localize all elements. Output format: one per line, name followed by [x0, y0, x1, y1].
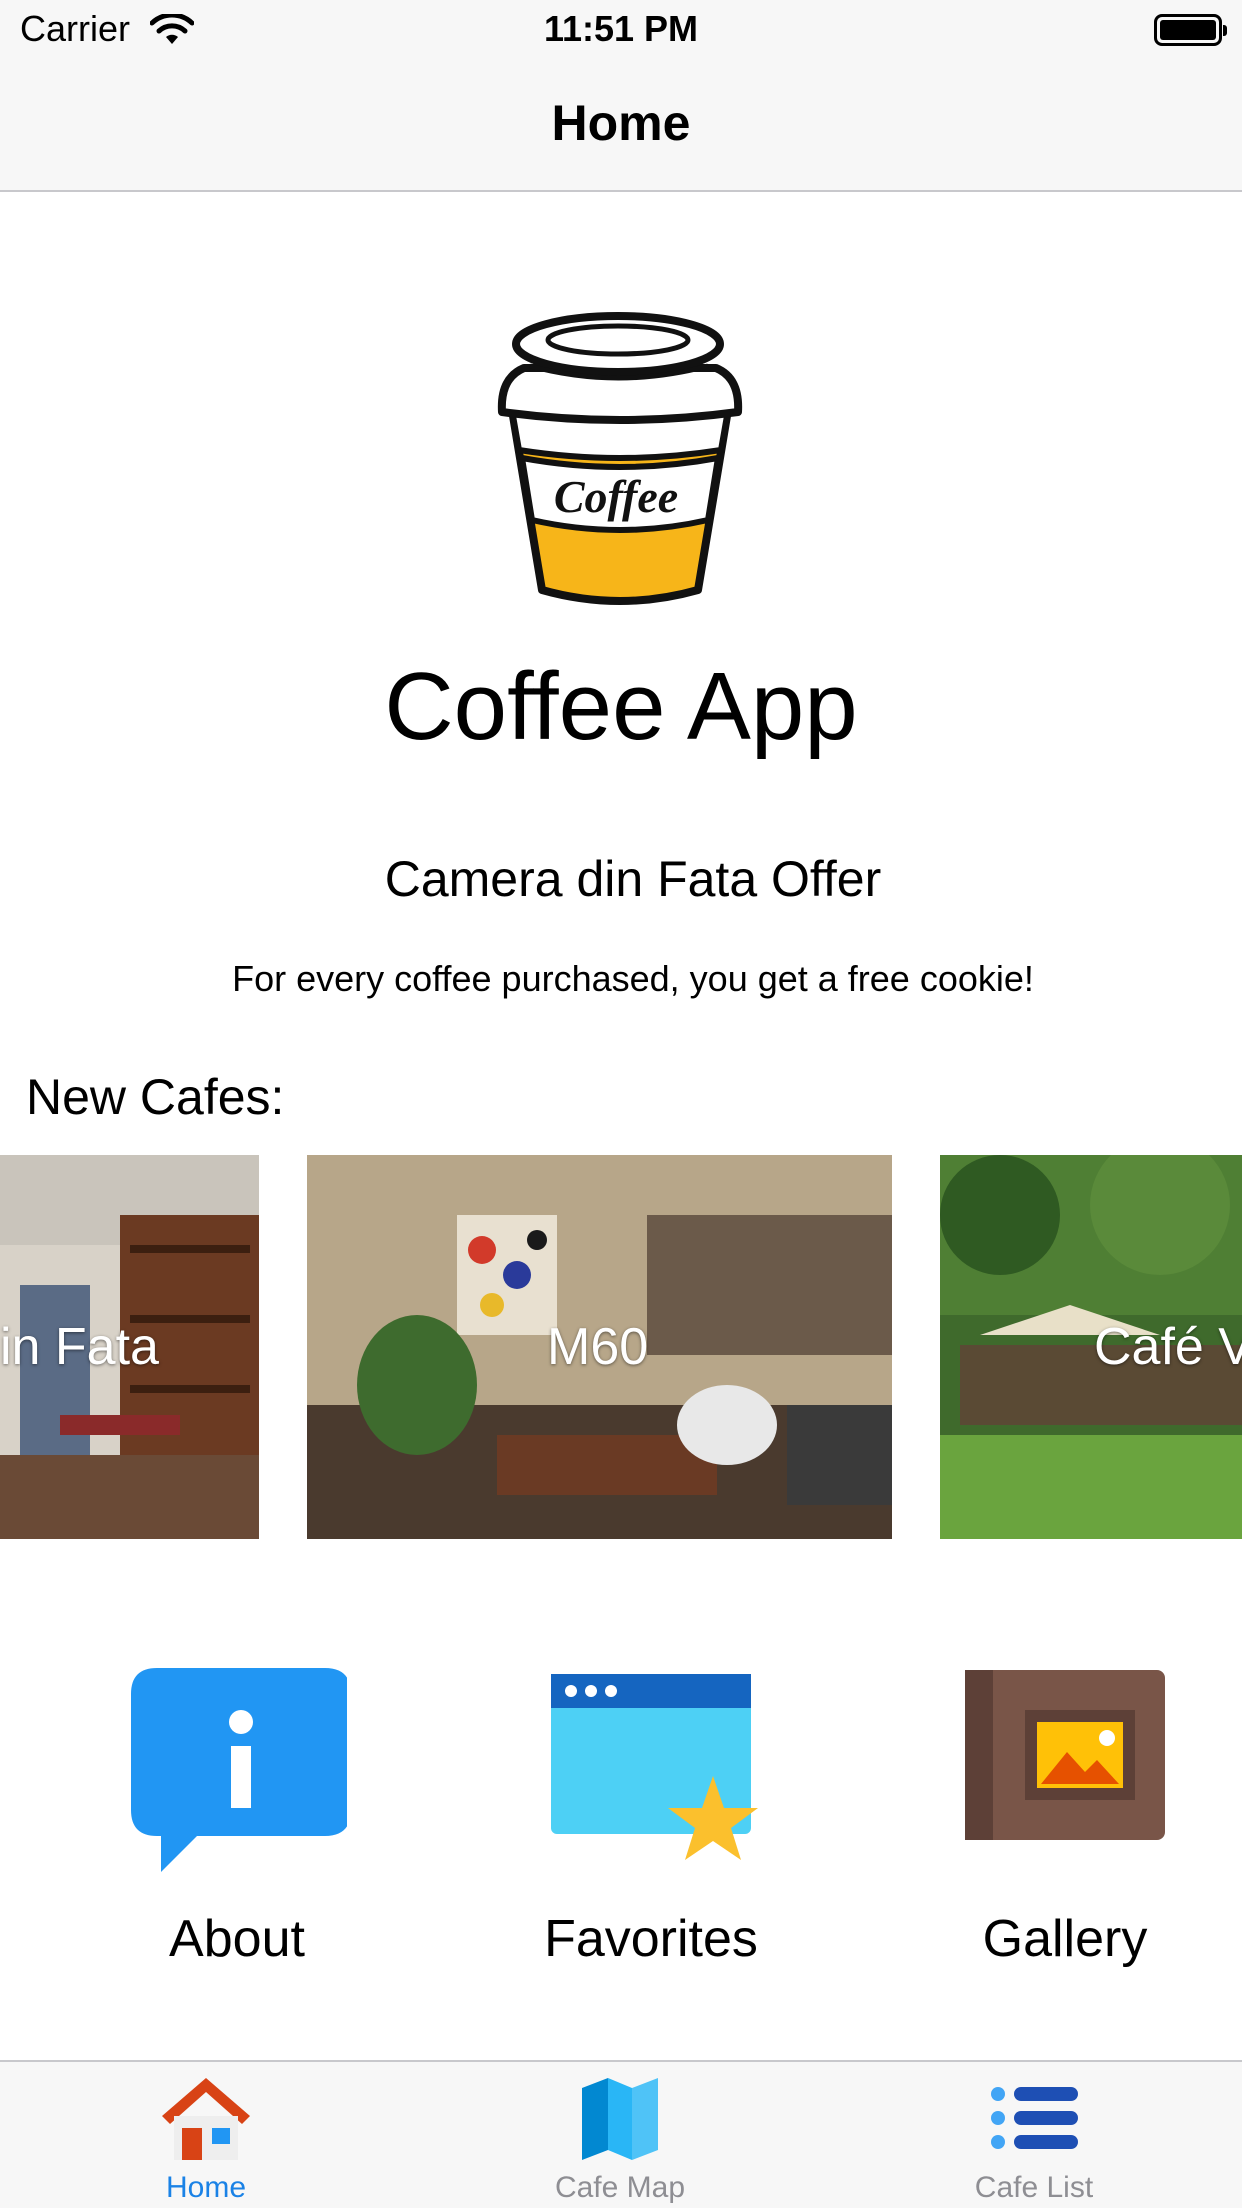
tab-cafe-map[interactable]: Cafe Map	[510, 2072, 730, 2205]
cafe-card[interactable]: M60	[307, 1155, 892, 1539]
about-label: About	[169, 1910, 305, 1968]
clock: 11:51 PM	[543, 8, 699, 49]
about-button[interactable]: About	[107, 1660, 367, 1969]
tab-cafe-list[interactable]: Cafe List	[924, 2072, 1144, 2205]
house-icon	[162, 2078, 250, 2160]
tab-bar: Home Cafe Map Cafe List	[0, 2060, 1242, 2208]
gallery-button[interactable]: Gallery	[935, 1660, 1195, 1969]
tab-cafe-map-label: Cafe Map	[554, 2171, 686, 2204]
photo-album-icon	[965, 1670, 1165, 1840]
window-star-icon	[551, 1674, 758, 1860]
cafe-card[interactable]: in Fata	[0, 1155, 259, 1539]
favorites-button[interactable]: Favorites	[521, 1660, 781, 1969]
new-cafes-heading: New Cafes:	[26, 1069, 285, 1125]
cafe-card-label: in Fata	[0, 1318, 159, 1376]
navigation-bar: Home	[0, 62, 1242, 192]
tab-home[interactable]: Home	[96, 2072, 316, 2205]
favorites-label: Favorites	[544, 1910, 758, 1968]
offer-title: Camera din Fata Offer	[384, 851, 882, 907]
cafe-card-label: Café V	[1094, 1318, 1242, 1376]
tab-home-label: Home	[165, 2171, 247, 2204]
coffee-cup-logo: Coffee	[497, 312, 743, 605]
battery-icon	[1154, 14, 1227, 46]
page-title: Home	[551, 95, 691, 151]
tab-cafe-list-label: Cafe List	[974, 2171, 1094, 2204]
gallery-label: Gallery	[982, 1910, 1148, 1968]
logo-text: Coffee	[554, 471, 678, 522]
info-bubble-icon	[131, 1668, 351, 1872]
app-title: Coffee App	[384, 653, 858, 760]
list-icon	[991, 2087, 1078, 2149]
offer-description: For every coffee purchased, you get a fr…	[232, 958, 1034, 999]
cafe-card[interactable]: Café V	[940, 1155, 1242, 1539]
map-icon	[582, 2078, 658, 2160]
cafe-card-label: M60	[547, 1318, 649, 1376]
status-bar: Carrier 11:51 PM	[0, 0, 1242, 62]
